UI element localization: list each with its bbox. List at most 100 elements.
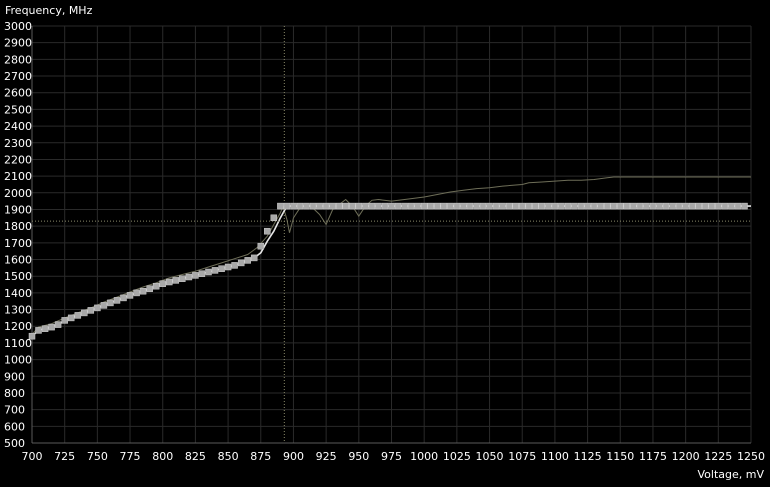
curve-point-marker[interactable] (264, 227, 271, 235)
curve-point-marker[interactable] (492, 202, 500, 210)
curve-point-marker[interactable] (545, 202, 552, 210)
curve-point-marker[interactable] (473, 202, 480, 210)
curve-point-marker[interactable] (584, 202, 591, 210)
curve-point-marker[interactable] (192, 272, 199, 279)
curve-point-marker[interactable] (35, 327, 42, 334)
curve-point-marker[interactable] (67, 314, 75, 322)
curve-point-marker[interactable] (172, 277, 180, 284)
curve-point-marker[interactable] (512, 202, 519, 210)
curve-point-marker[interactable] (205, 268, 212, 276)
curve-point-marker[interactable] (701, 202, 709, 210)
curve-point-marker[interactable] (283, 202, 291, 210)
curve-point-marker[interactable] (734, 202, 742, 210)
curve-point-marker[interactable] (87, 307, 95, 314)
curve-point-marker[interactable] (636, 202, 644, 210)
curve-point-marker[interactable] (518, 202, 526, 210)
curve-point-marker[interactable] (590, 202, 598, 210)
curve-point-marker[interactable] (434, 202, 441, 210)
curve-point-marker[interactable] (166, 278, 173, 286)
curve-point-marker[interactable] (643, 202, 650, 210)
curve-point-marker[interactable] (152, 282, 160, 290)
curve-point-marker[interactable] (649, 202, 657, 210)
curve-point-marker[interactable] (688, 202, 696, 210)
curve-point-marker[interactable] (505, 202, 513, 210)
curve-point-marker[interactable] (126, 292, 134, 299)
curve-point-marker[interactable] (94, 304, 101, 312)
curve-point-marker[interactable] (198, 270, 206, 277)
curve-point-marker[interactable] (414, 202, 421, 210)
curve-point-marker[interactable] (349, 202, 356, 210)
curve-point-marker[interactable] (237, 259, 245, 267)
curve-point-marker[interactable] (250, 254, 258, 262)
curve-point-marker[interactable] (388, 202, 395, 210)
curve-point-marker[interactable] (54, 321, 62, 328)
curve-point-marker[interactable] (270, 214, 278, 222)
curve-point-marker[interactable] (100, 302, 108, 309)
curve-point-marker[interactable] (224, 263, 232, 271)
curve-point-marker[interactable] (335, 202, 343, 210)
curve-point-marker[interactable] (381, 202, 389, 210)
curve-point-marker[interactable] (440, 202, 448, 210)
curve-point-marker[interactable] (146, 285, 153, 292)
curve-point-marker[interactable] (420, 202, 428, 210)
curve-point-marker[interactable] (479, 202, 487, 210)
curve-point-marker[interactable] (564, 202, 572, 210)
curve-point-marker[interactable] (48, 323, 55, 331)
curve-point-marker[interactable] (597, 202, 604, 210)
curve-point-marker[interactable] (708, 202, 716, 210)
curve-point-marker[interactable] (257, 242, 265, 250)
curve-point-marker[interactable] (303, 202, 310, 210)
curve-point-marker[interactable] (322, 202, 330, 210)
curve-point-marker[interactable] (81, 309, 88, 317)
curve-point-marker[interactable] (447, 202, 454, 210)
curve-point-marker[interactable] (741, 202, 748, 210)
curve-point-marker[interactable] (107, 299, 114, 307)
curve-point-marker[interactable] (394, 202, 402, 210)
curve-point-marker[interactable] (728, 202, 735, 210)
curve-point-marker[interactable] (525, 202, 533, 210)
curve-point-marker[interactable] (74, 312, 82, 319)
curve-point-marker[interactable] (538, 202, 546, 210)
curve-point-marker[interactable] (113, 297, 121, 304)
curve-point-marker[interactable] (571, 202, 578, 210)
curve-point-marker[interactable] (466, 202, 474, 210)
curve-point-marker[interactable] (401, 202, 408, 210)
curve-point-marker[interactable] (329, 202, 336, 210)
curve-point-marker[interactable] (316, 202, 323, 210)
curve-point-marker[interactable] (669, 202, 676, 210)
curve-point-marker[interactable] (623, 202, 631, 210)
curve-point-marker[interactable] (486, 202, 493, 210)
curve-point-marker[interactable] (715, 202, 722, 210)
curve-point-marker[interactable] (61, 317, 68, 324)
curve-point-marker[interactable] (211, 267, 219, 274)
curve-point-marker[interactable] (179, 275, 186, 282)
curve-point-marker[interactable] (453, 202, 461, 210)
curve-point-marker[interactable] (185, 273, 193, 281)
curve-point-marker[interactable] (290, 202, 297, 210)
curve-point-marker[interactable] (617, 202, 624, 210)
curve-point-marker[interactable] (296, 202, 304, 210)
curve-point-marker[interactable] (662, 202, 670, 210)
curve-point-marker[interactable] (532, 202, 539, 210)
curve-point-marker[interactable] (355, 202, 363, 210)
curve-point-marker[interactable] (362, 202, 369, 210)
curve-point-marker[interactable] (139, 287, 147, 295)
curve-point-marker[interactable] (218, 265, 225, 272)
curve-point-marker[interactable] (427, 202, 434, 210)
chart-canvas[interactable]: 500 600 700 800 900 1000 1100 1200 1300 1400 1500 1… (0, 0, 770, 483)
curve-point-marker[interactable] (499, 202, 506, 210)
curve-point-marker[interactable] (682, 202, 689, 210)
curve-point-marker[interactable] (675, 202, 683, 210)
curve-point-marker[interactable] (244, 257, 251, 264)
curve-point-marker[interactable] (656, 202, 663, 210)
curve-point-marker[interactable] (407, 202, 415, 210)
curve-point-marker[interactable] (133, 289, 140, 297)
vf-curve-chart[interactable]: 500 600 700 800 900 1000 1100 1200 1300 1400 1500 1… (0, 0, 770, 483)
curve-point-marker[interactable] (695, 202, 702, 210)
curve-point-marker[interactable] (721, 202, 729, 210)
curve-point-marker[interactable] (231, 262, 238, 269)
curve-point-marker[interactable] (375, 202, 382, 210)
curve-point-marker[interactable] (551, 202, 559, 210)
curve-point-marker[interactable] (577, 202, 585, 210)
curve-point-marker[interactable] (460, 202, 467, 210)
